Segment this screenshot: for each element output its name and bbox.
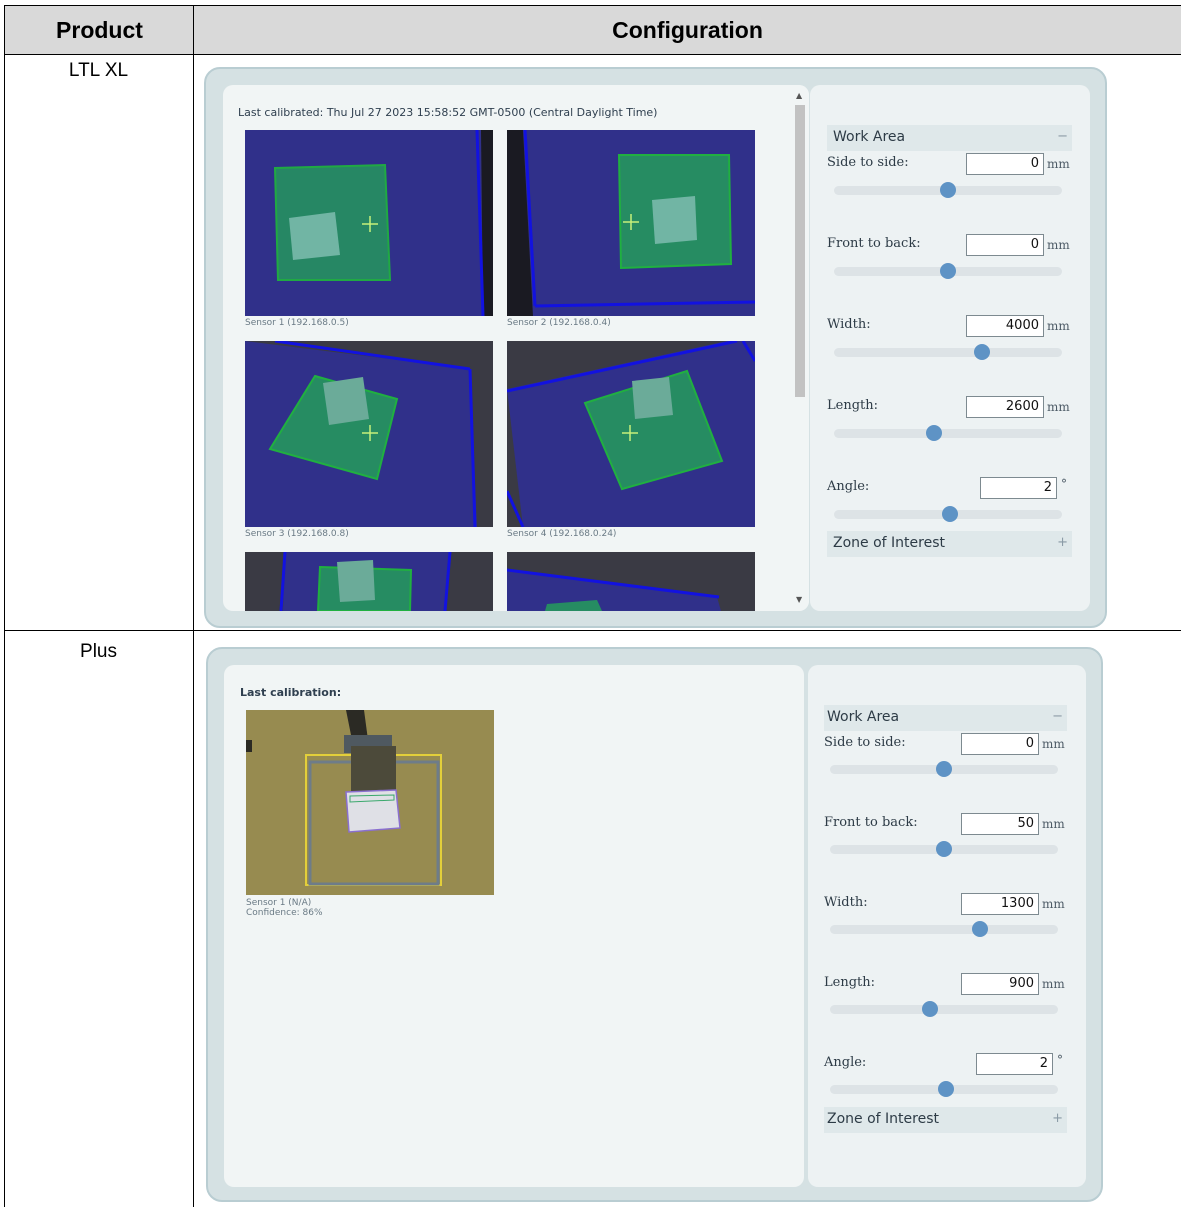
side-to-side-slider-plus[interactable]: [830, 761, 1058, 777]
config-window-plus: Last calibration: Sensor 1 (N/A) Confide…: [206, 647, 1103, 1202]
sensor-3-image[interactable]: [245, 341, 493, 527]
settings-panel: Work Area − Side to side: 0 mm Front to …: [810, 85, 1090, 611]
angle-slider[interactable]: [834, 506, 1062, 522]
front-to-back-unit: mm: [1047, 238, 1070, 252]
sensor-1-label: Sensor 1 (192.168.0.5): [245, 318, 349, 328]
angle-label-plus: Angle:: [824, 1055, 867, 1070]
side-to-side-label: Side to side:: [827, 155, 909, 170]
side-to-side-slider-thumb[interactable]: [940, 182, 956, 198]
length-input[interactable]: 2600: [966, 396, 1044, 418]
angle-slider-thumb-plus[interactable]: [938, 1081, 955, 1097]
front-to-back-input-plus[interactable]: 50: [961, 813, 1039, 835]
length-unit-plus: mm: [1042, 977, 1065, 991]
collapse-icon[interactable]: −: [1057, 129, 1068, 144]
front-to-back-label-plus: Front to back:: [824, 815, 918, 830]
width-slider-thumb[interactable]: [974, 344, 991, 360]
work-area-title-plus: Work Area: [827, 709, 900, 725]
front-to-back-slider-thumb[interactable]: [940, 263, 956, 279]
calibration-panel-plus: Last calibration: Sensor 1 (N/A) Confide…: [224, 665, 804, 1187]
settings-panel-plus: Work Area − Side to side: 0 mm Front to …: [808, 665, 1086, 1187]
angle-slider-thumb[interactable]: [942, 506, 959, 522]
side-to-side-slider-thumb-plus[interactable]: [936, 761, 952, 777]
zone-of-interest-header-plus[interactable]: Zone of Interest +: [824, 1107, 1067, 1133]
width-slider-thumb-plus[interactable]: [972, 921, 989, 937]
scroll-up-arrow-icon[interactable]: ▲: [796, 91, 802, 100]
scroll-down-arrow-icon[interactable]: ▼: [796, 595, 802, 604]
front-to-back-unit-plus: mm: [1042, 817, 1065, 831]
front-to-back-slider-plus[interactable]: [830, 841, 1058, 857]
product-name-ltl-xl: LTL XL: [68, 60, 129, 81]
width-input-plus[interactable]: 1300: [961, 893, 1039, 915]
header-product: Product: [4, 5, 195, 55]
config-window-ltl-xl: Last calibrated: Thu Jul 27 2023 15:58:5…: [204, 67, 1107, 628]
angle-input[interactable]: 2: [980, 477, 1057, 499]
work-area-header[interactable]: Work Area −: [827, 125, 1072, 151]
angle-input-plus[interactable]: 2: [976, 1053, 1053, 1075]
sensor-2-image[interactable]: [507, 130, 755, 316]
product-name-plus: Plus: [80, 641, 117, 662]
side-to-side-unit: mm: [1047, 157, 1070, 171]
width-slider[interactable]: [834, 344, 1062, 360]
side-to-side-label-plus: Side to side:: [824, 735, 906, 750]
header-configuration: Configuration: [194, 5, 1181, 55]
length-label: Length:: [827, 398, 878, 413]
sensor-1-confidence: Confidence: 86%: [246, 908, 323, 918]
front-to-back-slider[interactable]: [834, 263, 1062, 279]
sensor-5-image[interactable]: [245, 552, 493, 611]
length-slider-thumb[interactable]: [926, 425, 943, 441]
sensor-4-image[interactable]: [507, 341, 755, 527]
last-calibrated-text: Last calibrated: Thu Jul 27 2023 15:58:5…: [238, 106, 658, 119]
zone-of-interest-title: Zone of Interest: [833, 535, 945, 551]
side-to-side-input-plus[interactable]: 0: [961, 733, 1039, 755]
front-to-back-slider-thumb-plus[interactable]: [936, 841, 952, 857]
width-input[interactable]: 4000: [966, 315, 1044, 337]
sensor-2-label: Sensor 2 (192.168.0.4): [507, 318, 611, 328]
sensor-4-label: Sensor 4 (192.168.0.24): [507, 529, 617, 539]
width-unit-plus: mm: [1042, 897, 1065, 911]
width-unit: mm: [1047, 319, 1070, 333]
width-label-plus: Width:: [824, 895, 868, 910]
length-slider[interactable]: [834, 425, 1062, 441]
last-calibration-text: Last calibration:: [240, 686, 342, 699]
calibration-panel: Last calibrated: Thu Jul 27 2023 15:58:5…: [223, 85, 809, 611]
sensor-6-image[interactable]: [507, 552, 755, 611]
zone-of-interest-header[interactable]: Zone of Interest +: [827, 531, 1072, 557]
work-area-header-plus[interactable]: Work Area −: [824, 705, 1067, 731]
length-slider-plus[interactable]: [830, 1001, 1058, 1017]
row-divider: [4, 630, 1181, 631]
sensor-3-label: Sensor 3 (192.168.0.8): [245, 529, 349, 539]
work-area-title: Work Area: [833, 129, 906, 145]
length-input-plus[interactable]: 900: [961, 973, 1039, 995]
sensor-list-scrollbar[interactable]: ▲ ▼: [791, 85, 809, 611]
angle-label: Angle:: [827, 479, 870, 494]
angle-unit-plus: °: [1057, 1053, 1063, 1067]
sensor-1-image[interactable]: [245, 130, 493, 316]
collapse-icon-plus[interactable]: −: [1052, 709, 1063, 724]
width-slider-plus[interactable]: [830, 921, 1058, 937]
table-divider: [193, 5, 194, 1207]
side-to-side-slider[interactable]: [834, 182, 1062, 198]
length-slider-thumb-plus[interactable]: [922, 1001, 939, 1017]
zone-of-interest-title-plus: Zone of Interest: [827, 1111, 939, 1127]
expand-icon-plus[interactable]: +: [1052, 1111, 1063, 1126]
side-to-side-input[interactable]: 0: [966, 153, 1044, 175]
angle-unit: °: [1061, 477, 1067, 491]
table-border-left: [4, 5, 5, 1207]
front-to-back-label: Front to back:: [827, 236, 921, 251]
width-label: Width:: [827, 317, 871, 332]
length-unit: mm: [1047, 400, 1070, 414]
side-to-side-unit-plus: mm: [1042, 737, 1065, 751]
scroll-thumb[interactable]: [795, 105, 805, 397]
length-label-plus: Length:: [824, 975, 875, 990]
expand-icon[interactable]: +: [1057, 535, 1068, 550]
sensor-1-label-plus: Sensor 1 (N/A): [246, 898, 312, 908]
angle-slider-plus[interactable]: [830, 1081, 1058, 1097]
sensor-1-image-plus[interactable]: [246, 710, 494, 895]
front-to-back-input[interactable]: 0: [966, 234, 1044, 256]
